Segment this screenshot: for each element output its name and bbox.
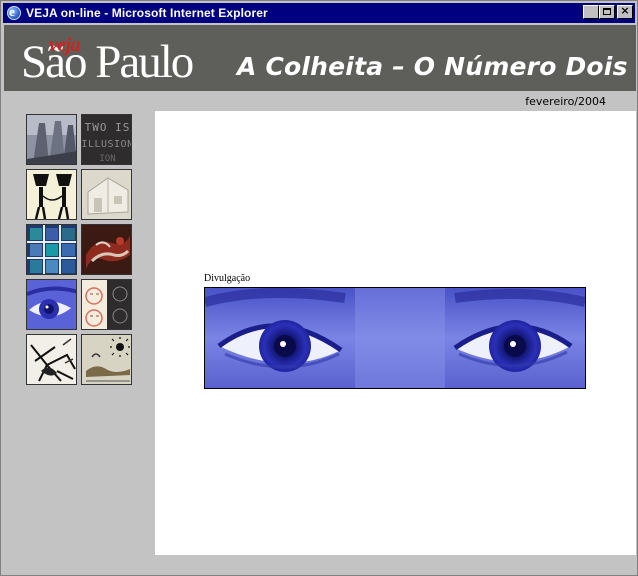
thumb-red-painting[interactable] (81, 224, 132, 275)
close-button[interactable]: × (617, 4, 633, 19)
internet-explorer-icon[interactable]: e (6, 4, 22, 21)
thumb-two-text: TWO IS (85, 121, 131, 134)
svg-text:ILLUSION: ILLUSION (82, 139, 132, 150)
window-controls: _ × (583, 4, 633, 20)
minimize-button[interactable]: _ (583, 5, 599, 20)
thumb-chairs[interactable] (26, 114, 77, 165)
minimize-icon: _ (588, 7, 594, 20)
logo-veja[interactable]: veja (49, 34, 81, 57)
thumb-drawing-sun[interactable] (81, 334, 132, 385)
maximize-icon (603, 8, 611, 15)
eyes-photo (204, 287, 586, 389)
thumb-faces[interactable] (81, 279, 132, 330)
thumb-figures[interactable] (26, 169, 77, 220)
maximize-button[interactable] (599, 5, 615, 19)
issue-date: fevereiro/2004 (525, 95, 606, 108)
window-title: VEJA on-line - Microsoft Internet Explor… (26, 6, 268, 20)
close-icon: × (620, 4, 630, 17)
title-bar[interactable]: e VEJA on-line - Microsoft Internet Expl… (3, 3, 635, 23)
svg-text:ION: ION (99, 154, 115, 164)
browser-window: e VEJA on-line - Microsoft Internet Expl… (0, 0, 638, 576)
page-content: São Paulo veja A Colheita – O Número Doi… (4, 25, 636, 573)
site-header: São Paulo veja A Colheita – O Número Doi… (4, 25, 636, 91)
thumb-sketch[interactable] (26, 334, 77, 385)
thumb-eye[interactable] (26, 279, 77, 330)
page-title: A Colheita – O Número Dois (237, 52, 628, 81)
eyes-image (205, 288, 585, 388)
main-content: Divulgação (155, 111, 636, 555)
thumb-house[interactable] (81, 169, 132, 220)
photo-credit: Divulgação (204, 273, 251, 284)
logo-sao-paulo[interactable]: São Paulo (21, 39, 194, 86)
thumb-grid[interactable] (26, 224, 77, 275)
thumb-two-is-illusion[interactable]: TWO IS ILLUSION ION (81, 114, 132, 165)
